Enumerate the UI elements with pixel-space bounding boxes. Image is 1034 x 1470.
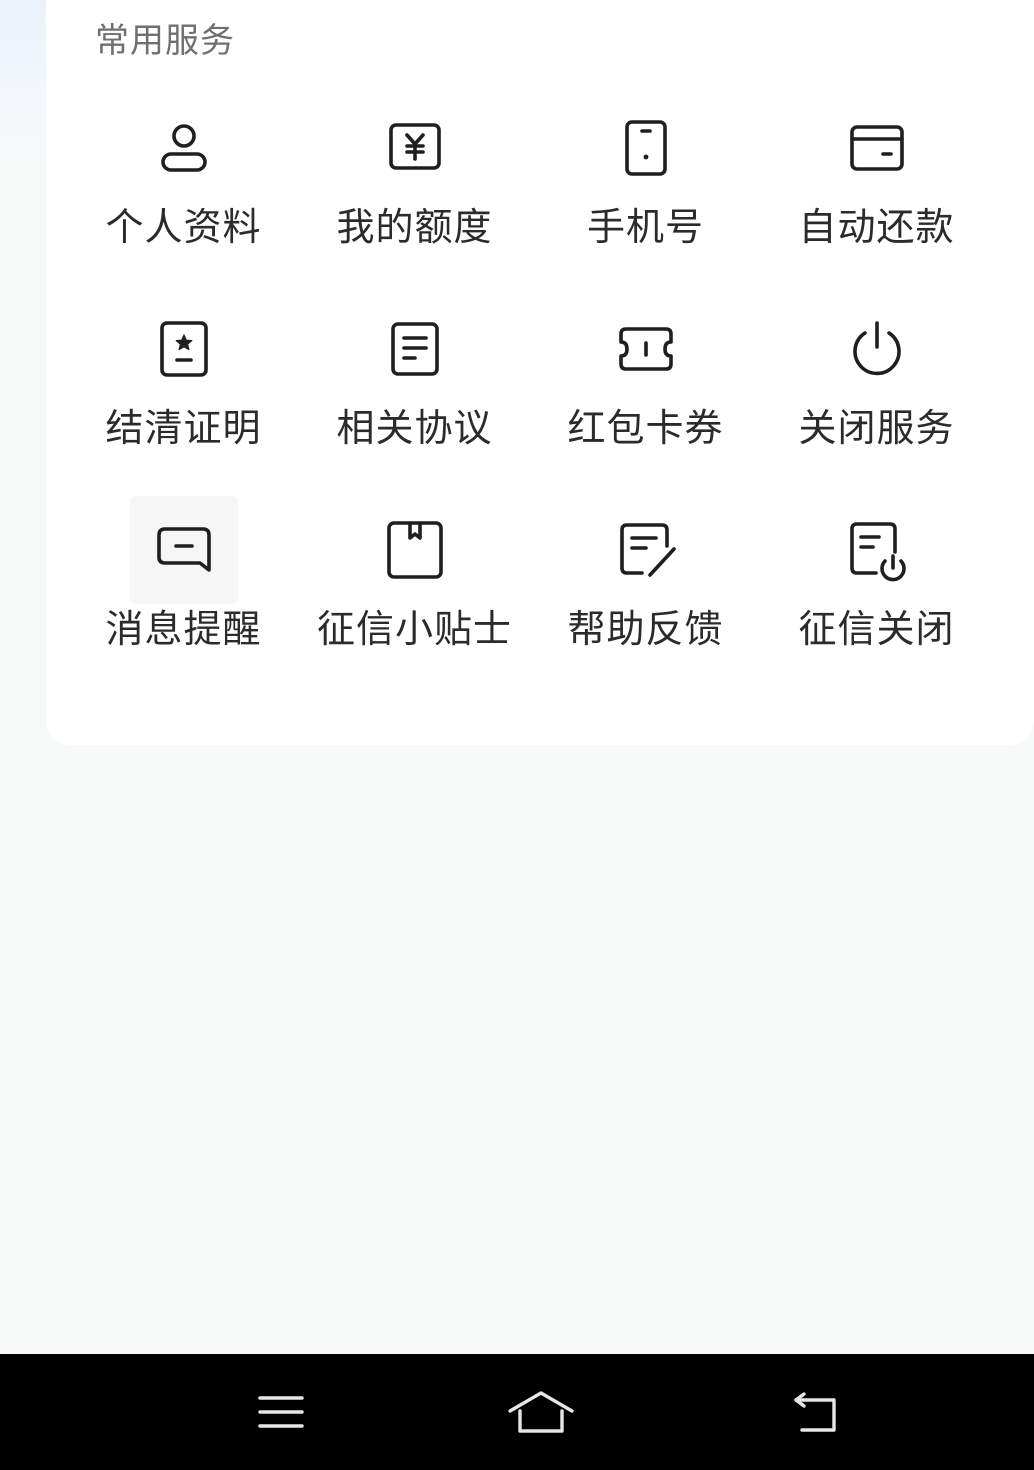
yuan-card-icon <box>383 116 447 180</box>
system-navigation-bar <box>0 1354 1034 1470</box>
service-personal-info[interactable]: 个人资料 <box>68 100 299 301</box>
certificate-star-icon <box>152 317 216 381</box>
service-label: 征信小贴士 <box>316 607 512 651</box>
home-button[interactable] <box>505 1384 577 1440</box>
bookmark-book-icon <box>383 518 447 582</box>
back-icon <box>790 1390 842 1434</box>
service-label: 关闭服务 <box>798 406 955 450</box>
service-credit-close[interactable]: 征信关闭 <box>761 502 992 703</box>
card-icon <box>845 116 909 180</box>
service-red-packet-coupons[interactable]: 红包卡券 <box>530 301 761 502</box>
ticket-icon <box>614 317 678 381</box>
menu-icon <box>256 1392 306 1432</box>
service-related-agreements[interactable]: 相关协议 <box>299 301 530 502</box>
menu-button[interactable] <box>245 1384 317 1440</box>
user-icon <box>152 116 216 180</box>
power-icon <box>845 317 909 381</box>
service-label: 个人资料 <box>105 205 262 249</box>
service-label: 征信关闭 <box>798 607 955 651</box>
service-settlement-certificate[interactable]: 结清证明 <box>68 301 299 502</box>
service-message-reminder[interactable]: 消息提醒 <box>68 502 299 703</box>
service-label: 我的额度 <box>336 205 493 249</box>
document-icon <box>383 317 447 381</box>
service-label: 消息提醒 <box>105 607 262 651</box>
message-icon <box>151 518 216 582</box>
phone-icon <box>614 116 678 180</box>
service-label: 相关协议 <box>336 406 493 450</box>
service-label: 自动还款 <box>798 205 955 249</box>
service-phone-number[interactable]: 手机号 <box>530 100 761 301</box>
services-grid: 个人资料 我的额度 手机号 自动还款 结清证明 相关协议 红包卡券 关闭服务 消… <box>68 100 992 703</box>
service-help-feedback[interactable]: 帮助反馈 <box>530 502 761 703</box>
service-label: 手机号 <box>586 205 704 249</box>
home-icon <box>506 1389 576 1435</box>
service-label: 帮助反馈 <box>567 607 724 651</box>
service-close-service[interactable]: 关闭服务 <box>761 301 992 502</box>
section-title: 常用服务 <box>95 21 235 61</box>
document-power-icon <box>845 518 909 582</box>
service-label: 红包卡券 <box>567 406 724 450</box>
service-credit-tips[interactable]: 征信小贴士 <box>299 502 530 703</box>
edit-document-icon <box>614 518 678 582</box>
service-my-credit-limit[interactable]: 我的额度 <box>299 100 530 301</box>
service-label: 结清证明 <box>105 406 262 450</box>
back-button[interactable] <box>780 1384 852 1440</box>
service-auto-repayment[interactable]: 自动还款 <box>761 100 992 301</box>
